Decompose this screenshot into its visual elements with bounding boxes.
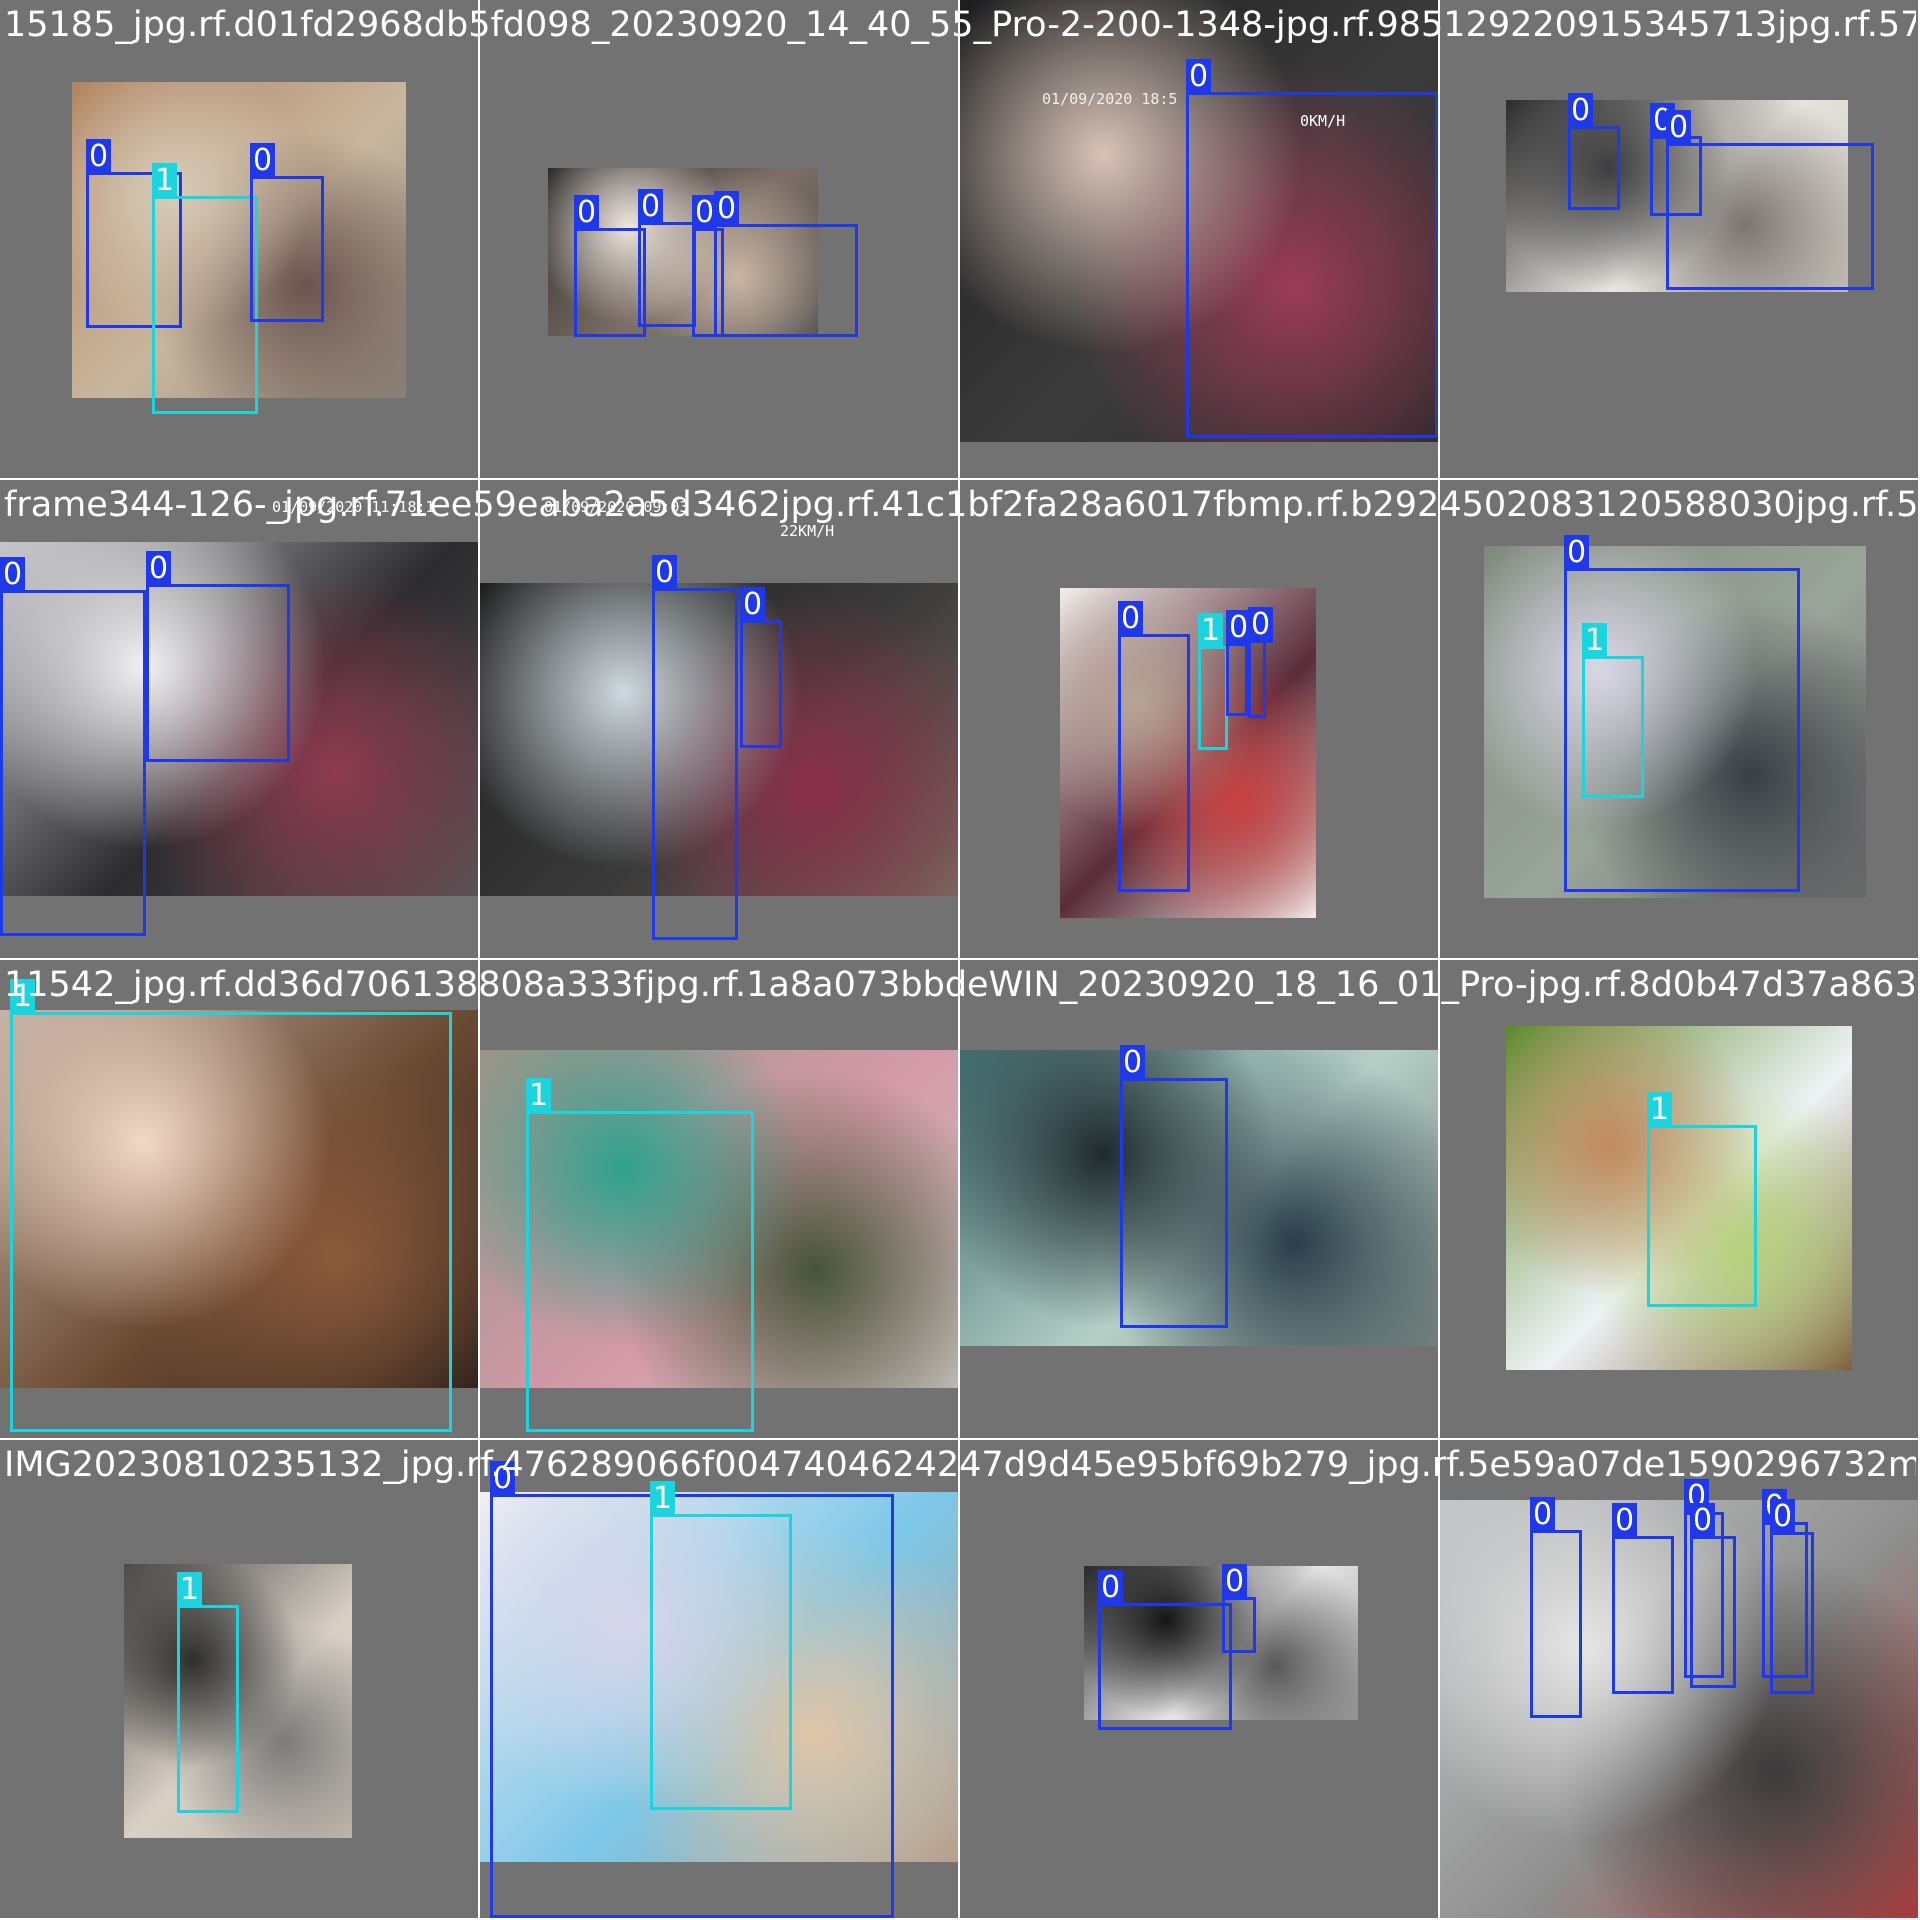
tile-16: 000000 [1440, 1440, 1918, 1918]
detection-box: 0 [0, 557, 146, 936]
class-label: 0 [574, 195, 600, 231]
detection-box: 0 [1118, 601, 1190, 892]
detection-box: 0 [1666, 110, 1874, 290]
detection-box: 0 [1226, 610, 1252, 716]
detection-box: 0 [1120, 1045, 1228, 1328]
detection-box: 0 [250, 143, 324, 322]
class-label: 1 [152, 163, 178, 199]
class-label: 1 [526, 1078, 552, 1114]
detection-box: 0 [1098, 1570, 1232, 1730]
class-label: 0 [1120, 1045, 1146, 1081]
detection-box: 0 [1248, 607, 1274, 718]
class-label: 0 [1118, 601, 1144, 637]
photo-overlay-text: 22KM/H [780, 522, 835, 540]
detection-box: 1 [10, 979, 452, 1432]
detection-box: 0 [1568, 93, 1620, 210]
detection-box: 1 [152, 163, 258, 414]
tile-3: 01/09/2020 18:5 0KM/H 0 [960, 0, 1438, 478]
detection-mosaic: 0 1 0 0 0 0 0 01/09/2020 18:5 0KM/H 0 0 0 0 01/09/202… [0, 0, 1920, 1920]
class-label: 1 [10, 979, 36, 1015]
class-label: 0 [1690, 1503, 1716, 1539]
detection-box: 0 [574, 195, 646, 337]
tile-1: 0 1 0 [0, 0, 478, 478]
class-label: 0 [1770, 1499, 1796, 1535]
detection-box: 0 [1186, 59, 1438, 438]
class-label: 0 [1612, 1503, 1638, 1539]
tile-6: 01/09/2020 09:03 22KM/H 0 0 [480, 480, 958, 958]
tile-9: 1 [0, 960, 478, 1438]
class-label: 0 [1666, 110, 1692, 146]
tile-11: 0 [960, 960, 1438, 1438]
class-label: 0 [1564, 535, 1590, 571]
class-label: 0 [0, 557, 26, 593]
class-label: 0 [1186, 59, 1212, 95]
class-label: 1 [177, 1572, 203, 1608]
detection-box: 0 [652, 555, 738, 940]
detection-box: 0 [740, 587, 782, 748]
detection-box: 1 [177, 1572, 239, 1813]
tile-14: 01 [480, 1440, 958, 1918]
tile-2: 0000 [480, 0, 958, 478]
class-label: 0 [740, 587, 766, 623]
detection-box: 0 [638, 189, 696, 327]
tile-10: 1 [480, 960, 958, 1438]
detection-box: 0 [146, 551, 290, 762]
detection-box: 0 [714, 191, 858, 337]
detection-box: 1 [1582, 623, 1644, 798]
detection-box: 1 [1647, 1092, 1757, 1307]
detection-box: 0 [1222, 1564, 1256, 1653]
class-label: 0 [638, 189, 664, 225]
class-label: 0 [1248, 607, 1274, 643]
detection-box: 0 [1612, 1503, 1674, 1694]
tile-8: 01 [1440, 480, 1918, 958]
detection-box: 1 [526, 1078, 754, 1432]
detection-box: 1 [1198, 613, 1228, 750]
detection-box: 0 [1530, 1497, 1582, 1718]
detection-box: 0 [1690, 1503, 1736, 1688]
class-label: 0 [1222, 1564, 1248, 1600]
detection-box: 0 [1770, 1499, 1814, 1694]
tile-13: 1 [0, 1440, 478, 1918]
tile-15: 00 [960, 1440, 1438, 1918]
photo-overlay-text: 01/09/2020 11:18:1 [272, 498, 435, 516]
tile-photo [1440, 1500, 1918, 1918]
class-label: 0 [146, 551, 172, 587]
class-label: 0 [86, 139, 112, 175]
detection-box: 1 [650, 1481, 792, 1810]
tile-4: 000 [1440, 0, 1918, 478]
photo-overlay-text: 01/09/2020 18:5 [1042, 90, 1178, 108]
tile-7: 0100 [960, 480, 1438, 958]
class-label: 0 [250, 143, 276, 179]
class-label: 0 [1530, 1497, 1556, 1533]
class-label: 1 [1647, 1092, 1673, 1128]
tile-5: 01/09/2020 11:18:1 0 0 [0, 480, 478, 958]
class-label: 1 [1198, 613, 1224, 649]
class-label: 0 [490, 1461, 516, 1497]
class-label: 0 [652, 555, 678, 591]
class-label: 1 [650, 1481, 676, 1517]
photo-overlay-text: 01/09/2020 09:03 [544, 498, 689, 516]
class-label: 0 [714, 191, 740, 227]
tile-12: 1 [1440, 960, 1918, 1438]
class-label: 0 [1098, 1570, 1124, 1606]
class-label: 1 [1582, 623, 1608, 659]
class-label: 0 [1568, 93, 1594, 129]
